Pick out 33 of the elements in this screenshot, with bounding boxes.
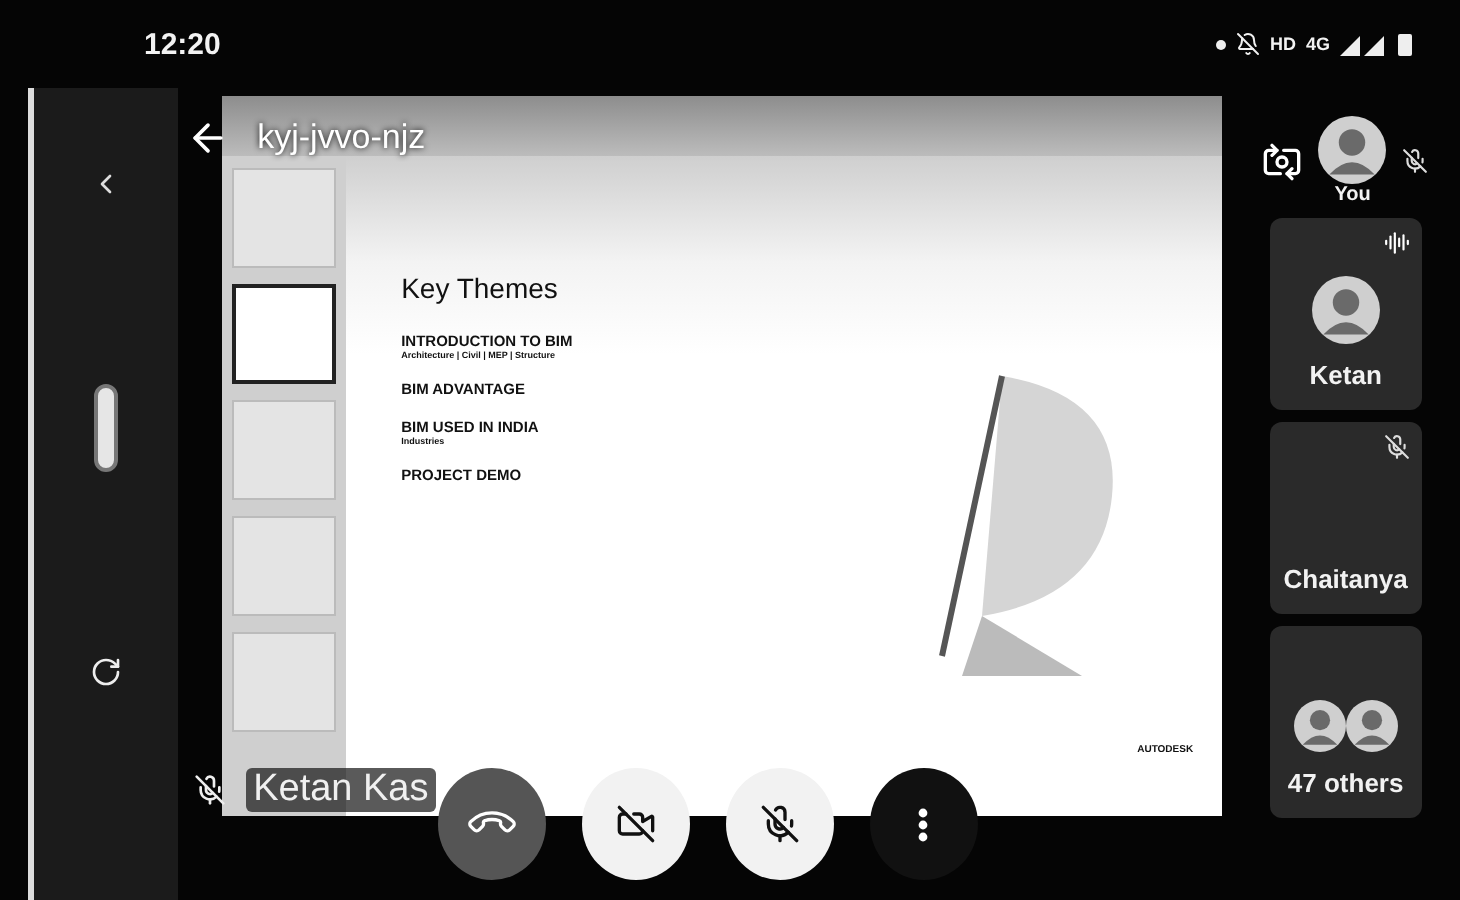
more-icon (918, 807, 929, 841)
avatar (1311, 276, 1380, 344)
avatar (1293, 700, 1346, 752)
slide-thumbnail[interactable] (231, 400, 336, 500)
mic-off-icon (1383, 434, 1410, 460)
side-handle[interactable] (93, 384, 118, 472)
notification-dot (1215, 39, 1226, 49)
camera-off-icon (615, 804, 656, 844)
switch-camera-icon[interactable] (1262, 141, 1303, 181)
signal-icon (1340, 33, 1388, 55)
participant-tile[interactable]: Chaitanya (1269, 422, 1422, 614)
participant-tile[interactable]: Ketan (1269, 218, 1422, 410)
audio-level-icon (1383, 230, 1410, 256)
slide-thumbnail[interactable] (231, 516, 336, 616)
bell-off-icon (1235, 32, 1260, 56)
participant-name: Ketan (1309, 360, 1382, 390)
clock: 12:20 (144, 27, 221, 61)
slide-thumbnail[interactable] (231, 284, 336, 384)
rotate-icon[interactable] (89, 656, 122, 688)
network-indicator: 4G (1305, 34, 1330, 54)
network-indicator: HD (1269, 34, 1296, 54)
others-tile[interactable]: 47 others (1269, 626, 1422, 818)
slide-thumbnail[interactable] (231, 168, 336, 268)
slide-title: Key Themes (401, 272, 560, 304)
avatar (1318, 116, 1387, 184)
participant-name: Chaitanya (1283, 564, 1408, 594)
slide-thumbnail[interactable] (231, 632, 336, 732)
presenter-name: Ketan Kas (245, 768, 437, 812)
battery-icon (1398, 32, 1412, 56)
others-count: 47 others (1287, 768, 1404, 798)
mic-off-icon (759, 804, 800, 844)
self-label: You (1334, 184, 1371, 206)
avatar (1345, 700, 1398, 752)
